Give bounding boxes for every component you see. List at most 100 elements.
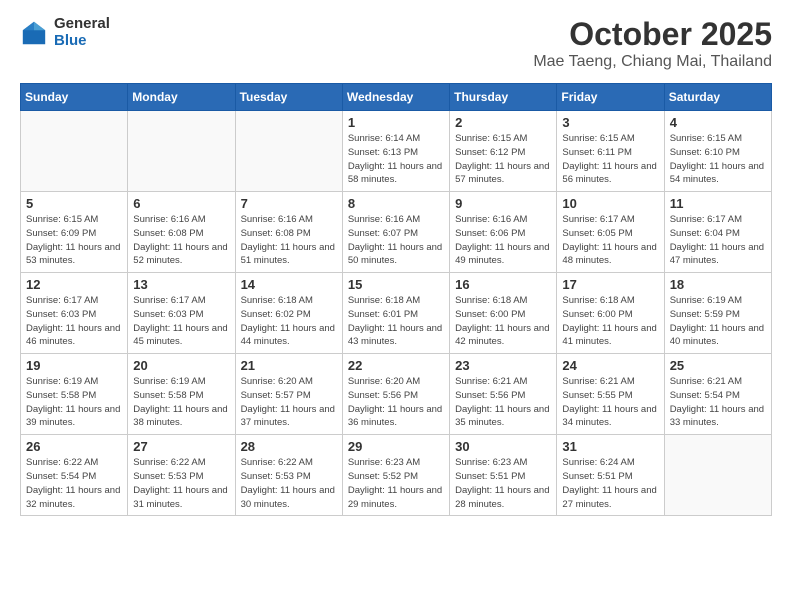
calendar-header-saturday: Saturday: [664, 84, 771, 111]
calendar: SundayMondayTuesdayWednesdayThursdayFrid…: [20, 83, 772, 516]
day-info: Sunrise: 6:19 AM Sunset: 5:58 PM Dayligh…: [133, 375, 229, 430]
day-info: Sunrise: 6:20 AM Sunset: 5:56 PM Dayligh…: [348, 375, 444, 430]
calendar-week-5: 26Sunrise: 6:22 AM Sunset: 5:54 PM Dayli…: [21, 435, 772, 516]
day-number: 29: [348, 439, 444, 454]
calendar-header-row: SundayMondayTuesdayWednesdayThursdayFrid…: [21, 84, 772, 111]
day-info: Sunrise: 6:21 AM Sunset: 5:56 PM Dayligh…: [455, 375, 551, 430]
day-info: Sunrise: 6:16 AM Sunset: 6:08 PM Dayligh…: [241, 213, 337, 268]
day-info: Sunrise: 6:22 AM Sunset: 5:53 PM Dayligh…: [241, 456, 337, 511]
calendar-day-cell: 11 Sunrise: 6:17 AM Sunset: 6:04 PM Dayli…: [664, 192, 771, 273]
day-number: 18: [670, 277, 766, 292]
day-info: Sunrise: 6:23 AM Sunset: 5:51 PM Dayligh…: [455, 456, 551, 511]
calendar-day-cell: 3Sunrise: 6:15 AM Sunset: 6:11 PM Daylig…: [557, 111, 664, 192]
calendar-header-monday: Monday: [128, 84, 235, 111]
calendar-day-cell: 5Sunrise: 6:15 AM Sunset: 6:09 PM Daylig…: [21, 192, 128, 273]
calendar-day-cell: 7 Sunrise: 6:16 AM Sunset: 6:08 PM Daylig…: [235, 192, 342, 273]
day-info: Sunrise: 6:19 AM Sunset: 5:58 PM Dayligh…: [26, 375, 122, 430]
calendar-day-cell: [21, 111, 128, 192]
calendar-day-cell: 16 Sunrise: 6:18 AM Sunset: 6:00 PM Dayli…: [450, 273, 557, 354]
calendar-day-cell: 8 Sunrise: 6:16 AM Sunset: 6:07 PM Daylig…: [342, 192, 449, 273]
day-info: Sunrise: 6:15 AM Sunset: 6:11 PM Dayligh…: [562, 132, 658, 187]
day-info: Sunrise: 6:20 AM Sunset: 5:57 PM Dayligh…: [241, 375, 337, 430]
day-number: 6: [133, 196, 229, 211]
calendar-header-friday: Friday: [557, 84, 664, 111]
day-number: 4: [670, 115, 766, 130]
calendar-day-cell: 15Sunrise: 6:18 AM Sunset: 6:01 PM Dayli…: [342, 273, 449, 354]
calendar-header-sunday: Sunday: [21, 84, 128, 111]
day-info: Sunrise: 6:17 AM Sunset: 6:03 PM Dayligh…: [133, 294, 229, 349]
day-number: 27: [133, 439, 229, 454]
calendar-header-wednesday: Wednesday: [342, 84, 449, 111]
day-number: 12: [26, 277, 122, 292]
day-info: Sunrise: 6:17 AM Sunset: 6:05 PM Dayligh…: [562, 213, 658, 268]
day-number: 17: [562, 277, 658, 292]
day-number: 21: [241, 358, 337, 373]
day-info: Sunrise: 6:15 AM Sunset: 6:09 PM Dayligh…: [26, 213, 122, 268]
day-info: Sunrise: 6:17 AM Sunset: 6:04 PM Dayligh…: [670, 213, 766, 268]
day-info: Sunrise: 6:14 AM Sunset: 6:13 PM Dayligh…: [348, 132, 444, 187]
calendar-day-cell: 2 Sunrise: 6:15 AM Sunset: 6:12 PM Daylig…: [450, 111, 557, 192]
day-number: 13: [133, 277, 229, 292]
calendar-day-cell: 19 Sunrise: 6:19 AM Sunset: 5:58 PM Dayli…: [21, 354, 128, 435]
calendar-week-2: 5Sunrise: 6:15 AM Sunset: 6:09 PM Daylig…: [21, 192, 772, 273]
month-title: October 2025: [533, 16, 772, 53]
calendar-header-thursday: Thursday: [450, 84, 557, 111]
day-number: 15: [348, 277, 444, 292]
calendar-day-cell: [235, 111, 342, 192]
calendar-day-cell: 6 Sunrise: 6:16 AM Sunset: 6:08 PM Daylig…: [128, 192, 235, 273]
day-number: 24: [562, 358, 658, 373]
logo-text: General Blue: [54, 16, 110, 49]
day-number: 9: [455, 196, 551, 211]
calendar-header-tuesday: Tuesday: [235, 84, 342, 111]
calendar-day-cell: 29 Sunrise: 6:23 AM Sunset: 5:52 PM Dayli…: [342, 435, 449, 516]
location-title: Mae Taeng, Chiang Mai, Thailand: [533, 53, 772, 71]
logo: General Blue: [20, 16, 110, 49]
calendar-day-cell: 23Sunrise: 6:21 AM Sunset: 5:56 PM Dayli…: [450, 354, 557, 435]
calendar-day-cell: [128, 111, 235, 192]
calendar-day-cell: 25Sunrise: 6:21 AM Sunset: 5:54 PM Dayli…: [664, 354, 771, 435]
logo-general-text: General: [54, 16, 110, 33]
day-number: 11: [670, 196, 766, 211]
day-number: 30: [455, 439, 551, 454]
day-info: Sunrise: 6:18 AM Sunset: 6:00 PM Dayligh…: [455, 294, 551, 349]
day-info: Sunrise: 6:16 AM Sunset: 6:07 PM Dayligh…: [348, 213, 444, 268]
calendar-day-cell: 30 Sunrise: 6:23 AM Sunset: 5:51 PM Dayli…: [450, 435, 557, 516]
day-info: Sunrise: 6:24 AM Sunset: 5:51 PM Dayligh…: [562, 456, 658, 511]
day-number: 2: [455, 115, 551, 130]
day-number: 31: [562, 439, 658, 454]
calendar-day-cell: 4 Sunrise: 6:15 AM Sunset: 6:10 PM Daylig…: [664, 111, 771, 192]
day-number: 7: [241, 196, 337, 211]
calendar-day-cell: [664, 435, 771, 516]
calendar-day-cell: 28 Sunrise: 6:22 AM Sunset: 5:53 PM Dayli…: [235, 435, 342, 516]
day-number: 8: [348, 196, 444, 211]
logo-blue-text: Blue: [54, 33, 110, 50]
calendar-day-cell: 21 Sunrise: 6:20 AM Sunset: 5:57 PM Dayli…: [235, 354, 342, 435]
calendar-week-4: 19 Sunrise: 6:19 AM Sunset: 5:58 PM Dayli…: [21, 354, 772, 435]
day-info: Sunrise: 6:16 AM Sunset: 6:06 PM Dayligh…: [455, 213, 551, 268]
calendar-day-cell: 31 Sunrise: 6:24 AM Sunset: 5:51 PM Dayli…: [557, 435, 664, 516]
day-info: Sunrise: 6:16 AM Sunset: 6:08 PM Dayligh…: [133, 213, 229, 268]
calendar-day-cell: 10Sunrise: 6:17 AM Sunset: 6:05 PM Dayli…: [557, 192, 664, 273]
day-info: Sunrise: 6:18 AM Sunset: 6:02 PM Dayligh…: [241, 294, 337, 349]
logo-icon: [20, 19, 48, 47]
day-number: 28: [241, 439, 337, 454]
day-number: 19: [26, 358, 122, 373]
day-info: Sunrise: 6:23 AM Sunset: 5:52 PM Dayligh…: [348, 456, 444, 511]
day-info: Sunrise: 6:15 AM Sunset: 6:10 PM Dayligh…: [670, 132, 766, 187]
calendar-day-cell: 17Sunrise: 6:18 AM Sunset: 6:00 PM Dayli…: [557, 273, 664, 354]
day-number: 16: [455, 277, 551, 292]
calendar-day-cell: 22Sunrise: 6:20 AM Sunset: 5:56 PM Dayli…: [342, 354, 449, 435]
day-number: 26: [26, 439, 122, 454]
day-info: Sunrise: 6:15 AM Sunset: 6:12 PM Dayligh…: [455, 132, 551, 187]
calendar-day-cell: 13 Sunrise: 6:17 AM Sunset: 6:03 PM Dayli…: [128, 273, 235, 354]
header: General Blue October 2025 Mae Taeng, Chi…: [20, 16, 772, 71]
calendar-day-cell: 12 Sunrise: 6:17 AM Sunset: 6:03 PM Dayli…: [21, 273, 128, 354]
day-info: Sunrise: 6:21 AM Sunset: 5:54 PM Dayligh…: [670, 375, 766, 430]
day-info: Sunrise: 6:22 AM Sunset: 5:53 PM Dayligh…: [133, 456, 229, 511]
calendar-day-cell: 14Sunrise: 6:18 AM Sunset: 6:02 PM Dayli…: [235, 273, 342, 354]
calendar-day-cell: 27 Sunrise: 6:22 AM Sunset: 5:53 PM Dayli…: [128, 435, 235, 516]
day-number: 20: [133, 358, 229, 373]
day-info: Sunrise: 6:17 AM Sunset: 6:03 PM Dayligh…: [26, 294, 122, 349]
calendar-week-1: 1Sunrise: 6:14 AM Sunset: 6:13 PM Daylig…: [21, 111, 772, 192]
calendar-day-cell: 26Sunrise: 6:22 AM Sunset: 5:54 PM Dayli…: [21, 435, 128, 516]
